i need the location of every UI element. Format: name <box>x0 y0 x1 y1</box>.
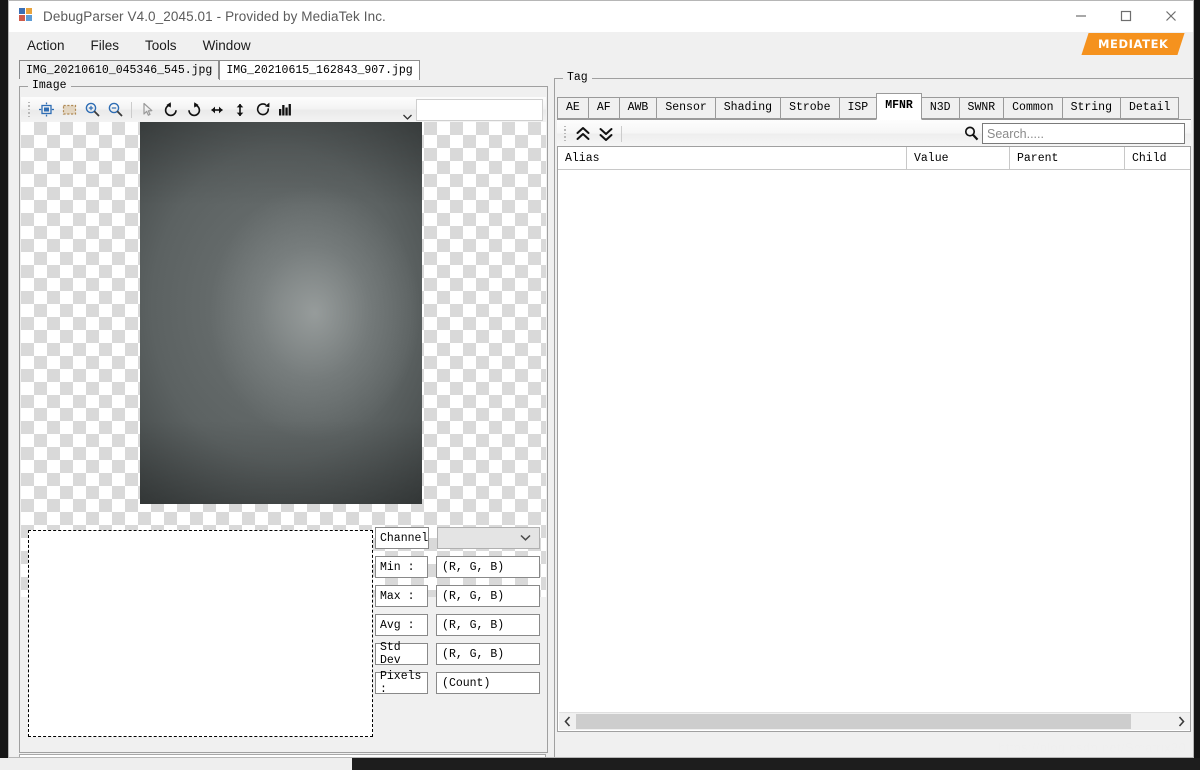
stats-label-stddev: Std Dev <box>375 641 429 667</box>
reset-icon[interactable] <box>251 99 274 121</box>
rotate-left-icon[interactable] <box>159 99 182 121</box>
tag-tab-awb[interactable]: AWB <box>618 97 658 119</box>
stats-label-avg: Avg : <box>375 614 429 636</box>
tag-tab-isp[interactable]: ISP <box>838 97 878 119</box>
tag-tab-ae[interactable]: AE <box>557 97 589 119</box>
file-tab-img-162843[interactable]: IMG_20210615_162843_907.jpg <box>219 60 420 80</box>
stats-label-max: Max : <box>375 585 429 607</box>
window-controls <box>1058 1 1193 31</box>
tag-tab-shading[interactable]: Shading <box>714 97 782 119</box>
fit-to-window-icon[interactable] <box>35 99 58 121</box>
stats-row-avg: Avg : (R, G, B) <box>375 614 540 636</box>
menu-item-tools[interactable]: Tools <box>145 38 177 53</box>
column-header-alias[interactable]: Alias <box>558 147 907 169</box>
stats-value-stddev: (R, G, B) <box>436 643 540 665</box>
main-body: Image Channel Min: (R, G, B) Max: (R, … <box>9 71 1193 757</box>
flip-vertical-icon[interactable] <box>228 99 251 121</box>
histogram-icon[interactable] <box>274 99 297 121</box>
watermark: https://blog.csdn.net/Smatrix20 <box>998 740 1186 755</box>
stats-row-stddev: Std Dev (R, G, B) <box>375 641 540 667</box>
search-input[interactable]: Search..... <box>982 123 1185 144</box>
chevron-left-icon[interactable] <box>559 713 576 730</box>
window-title: DebugParser V4.0_2045.01 - Provided by M… <box>43 8 386 24</box>
column-header-parent[interactable]: Parent <box>1010 147 1125 169</box>
taskbar-tile <box>0 758 352 770</box>
image-stats-panel: Channel Min : (R, G, B) Max : (R, G, B) <box>375 527 540 739</box>
column-header-child[interactable]: Child <box>1125 147 1190 169</box>
tag-toolbar-grip-icon[interactable] <box>561 125 569 142</box>
stats-row-channel: Channel <box>375 527 540 549</box>
stats-label-pixels: Pixels : <box>375 670 429 696</box>
menu-bar: Action Files Tools Window <box>9 32 1193 59</box>
zoom-out-icon[interactable] <box>104 99 127 121</box>
tag-table[interactable]: Alias Value Parent Child <box>557 146 1191 732</box>
image-group-title: Image <box>28 79 71 92</box>
stats-value-pixels: (Count) <box>436 672 540 694</box>
menu-item-files[interactable]: Files <box>91 38 120 53</box>
stats-row-max: Max : (R, G, B) <box>375 585 540 607</box>
menu-item-action[interactable]: Action <box>27 38 65 53</box>
toolbar-separator <box>131 101 132 118</box>
tag-tab-af[interactable]: AF <box>587 97 620 119</box>
tag-tab-sensor[interactable]: Sensor <box>656 97 716 119</box>
tag-tab-detail[interactable]: Detail <box>1120 97 1180 119</box>
search-icon <box>963 125 980 142</box>
stats-value-max: (R, G, B) <box>436 585 540 607</box>
stats-row-min: Min : (R, G, B) <box>375 556 540 578</box>
tag-tab-strip: AE AF AWB Sensor Shading Strobe ISP MFNR… <box>557 93 1180 120</box>
channel-select[interactable] <box>437 527 540 549</box>
tag-toolbar-separator <box>621 125 622 142</box>
title-bar: DebugParser V4.0_2045.01 - Provided by M… <box>9 1 1193 32</box>
flip-horizontal-icon[interactable] <box>205 99 228 121</box>
tag-search-area: Search..... <box>963 123 1185 144</box>
image-toolbar <box>21 97 546 123</box>
stats-row-pixels: Pixels : (Count) <box>375 670 540 696</box>
stats-value-min: (R, G, B) <box>436 556 540 578</box>
toolbar-grip-icon[interactable] <box>25 101 33 118</box>
select-region-icon[interactable] <box>58 99 81 121</box>
maximize-button[interactable] <box>1103 1 1148 31</box>
tag-group-title: Tag <box>563 71 592 84</box>
histogram-plot-area[interactable] <box>28 530 373 737</box>
tag-tab-mfnr[interactable]: MFNR <box>876 93 922 120</box>
application-window: DebugParser V4.0_2045.01 - Provided by M… <box>8 0 1194 758</box>
mediatek-logo-text: MEDIATEK <box>1097 37 1169 51</box>
tag-tab-string[interactable]: String <box>1061 97 1121 119</box>
desktop-left-edge <box>0 0 8 758</box>
zoom-in-icon[interactable] <box>81 99 104 121</box>
desktop-right-edge <box>1194 0 1200 758</box>
tag-tab-strobe[interactable]: Strobe <box>780 97 840 119</box>
expand-all-icon[interactable] <box>571 123 594 145</box>
hscrollbar-thumb[interactable] <box>576 714 1131 729</box>
tag-toolbar: Search..... <box>557 119 1191 147</box>
hscrollbar-track[interactable] <box>576 713 1173 730</box>
image-group-box: Image Channel Min: (R, G, B) Max: (R, … <box>19 79 548 753</box>
file-tab-strip: IMG_20210610_045346_545.jpg IMG_20210615… <box>9 59 1193 80</box>
tag-table-header: Alias Value Parent Child <box>558 147 1190 170</box>
stats-value-avg: (R, G, B) <box>436 614 540 636</box>
stats-label-channel: Channel <box>375 527 430 549</box>
close-button[interactable] <box>1148 1 1193 31</box>
tag-group-box: Tag AE AF AWB Sensor Shading Strobe ISP … <box>554 71 1193 757</box>
tag-tab-common[interactable]: Common <box>1003 97 1063 119</box>
stats-label-min: Min : <box>375 556 429 578</box>
tag-tab-swnr[interactable]: SWNR <box>958 97 1005 119</box>
mediatek-logo: MEDIATEK <box>1081 33 1185 55</box>
file-tab-img-045346[interactable]: IMG_20210610_045346_545.jpg <box>19 60 220 79</box>
image-canvas[interactable] <box>21 122 546 597</box>
taskbar <box>0 758 1200 770</box>
image-toolbar-combo[interactable] <box>403 99 543 121</box>
tag-table-hscrollbar[interactable] <box>559 712 1190 730</box>
menu-item-window[interactable]: Window <box>203 38 251 53</box>
tag-tab-n3d[interactable]: N3D <box>920 97 960 119</box>
pointer-icon[interactable] <box>136 99 159 121</box>
app-logo-icon <box>19 8 35 24</box>
minimize-button[interactable] <box>1058 1 1103 31</box>
preview-image[interactable] <box>140 122 422 504</box>
collapse-all-icon[interactable] <box>594 123 617 145</box>
column-header-value[interactable]: Value <box>907 147 1010 169</box>
chevron-down-icon <box>520 532 531 545</box>
chevron-right-icon[interactable] <box>1173 713 1190 730</box>
rotate-right-icon[interactable] <box>182 99 205 121</box>
